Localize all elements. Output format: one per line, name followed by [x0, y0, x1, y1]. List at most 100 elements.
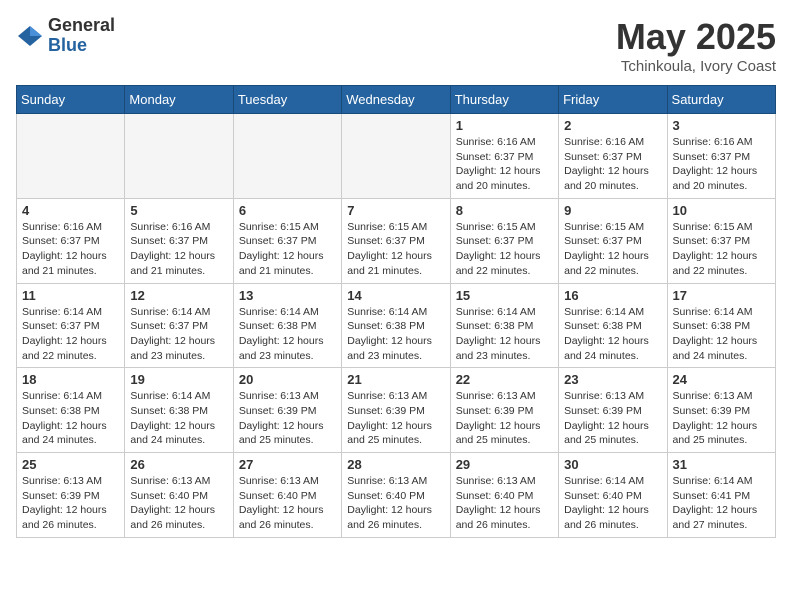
calendar-cell — [233, 114, 341, 199]
calendar-header-row: SundayMondayTuesdayWednesdayThursdayFrid… — [17, 86, 776, 114]
title-block: May 2025 Tchinkoula, Ivory Coast — [616, 16, 776, 75]
day-info: Sunrise: 6:13 AM Sunset: 6:40 PM Dayligh… — [456, 474, 553, 533]
day-of-week-header: Sunday — [17, 86, 125, 114]
calendar-cell: 19 Sunrise: 6:14 AM Sunset: 6:38 PM Dayli… — [125, 368, 233, 453]
day-number: 10 — [673, 203, 770, 218]
day-number: 4 — [22, 203, 119, 218]
calendar-cell: 8Sunrise: 6:15 AM Sunset: 6:37 PM Daylig… — [450, 198, 558, 283]
day-number: 21 — [347, 372, 444, 387]
day-number: 12 — [130, 288, 227, 303]
day-number: 27 — [239, 457, 336, 472]
day-info: Sunrise: 6:14 AM Sunset: 6:38 PM Dayligh… — [130, 389, 227, 448]
calendar-cell: 22Sunrise: 6:13 AM Sunset: 6:39 PM Dayli… — [450, 368, 558, 453]
day-number: 9 — [564, 203, 661, 218]
calendar-cell: 6 Sunrise: 6:15 AM Sunset: 6:37 PM Daylig… — [233, 198, 341, 283]
calendar-week-row: 4 Sunrise: 6:16 AM Sunset: 6:37 PM Daylig… — [17, 198, 776, 283]
day-info: Sunrise: 6:15 AM Sunset: 6:37 PM Dayligh… — [347, 220, 444, 279]
day-info: Sunrise: 6:13 AM Sunset: 6:39 PM Dayligh… — [347, 389, 444, 448]
calendar-cell: 9Sunrise: 6:15 AM Sunset: 6:37 PM Daylig… — [559, 198, 667, 283]
calendar-cell: 11 Sunrise: 6:14 AM Sunset: 6:37 PM Dayli… — [17, 283, 125, 368]
logo-text: General Blue — [48, 16, 115, 56]
day-number: 16 — [564, 288, 661, 303]
day-number: 8 — [456, 203, 553, 218]
calendar-cell: 15 Sunrise: 6:14 AM Sunset: 6:38 PM Dayli… — [450, 283, 558, 368]
day-info: Sunrise: 6:13 AM Sunset: 6:40 PM Dayligh… — [130, 474, 227, 533]
day-info: Sunrise: 6:14 AM Sunset: 6:38 PM Dayligh… — [22, 389, 119, 448]
calendar-cell: 30 Sunrise: 6:14 AM Sunset: 6:40 PM Dayli… — [559, 453, 667, 538]
calendar-cell: 25 Sunrise: 6:13 AM Sunset: 6:39 PM Dayli… — [17, 453, 125, 538]
day-number: 20 — [239, 372, 336, 387]
calendar-cell: 17 Sunrise: 6:14 AM Sunset: 6:38 PM Dayli… — [667, 283, 775, 368]
day-info: Sunrise: 6:13 AM Sunset: 6:39 PM Dayligh… — [673, 389, 770, 448]
calendar-cell: 18 Sunrise: 6:14 AM Sunset: 6:38 PM Dayli… — [17, 368, 125, 453]
day-info: Sunrise: 6:13 AM Sunset: 6:40 PM Dayligh… — [239, 474, 336, 533]
day-info: Sunrise: 6:14 AM Sunset: 6:38 PM Dayligh… — [456, 305, 553, 364]
location-title: Tchinkoula, Ivory Coast — [616, 58, 776, 75]
day-info: Sunrise: 6:14 AM Sunset: 6:38 PM Dayligh… — [347, 305, 444, 364]
day-info: Sunrise: 6:13 AM Sunset: 6:39 PM Dayligh… — [456, 389, 553, 448]
day-info: Sunrise: 6:14 AM Sunset: 6:40 PM Dayligh… — [564, 474, 661, 533]
day-number: 2 — [564, 118, 661, 133]
logo-blue-text: Blue — [48, 36, 115, 56]
day-number: 31 — [673, 457, 770, 472]
calendar-table: SundayMondayTuesdayWednesdayThursdayFrid… — [16, 85, 776, 538]
calendar-cell: 20 Sunrise: 6:13 AM Sunset: 6:39 PM Dayli… — [233, 368, 341, 453]
day-info: Sunrise: 6:14 AM Sunset: 6:37 PM Dayligh… — [22, 305, 119, 364]
calendar-cell: 4 Sunrise: 6:16 AM Sunset: 6:37 PM Daylig… — [17, 198, 125, 283]
day-info: Sunrise: 6:14 AM Sunset: 6:37 PM Dayligh… — [130, 305, 227, 364]
calendar-cell: 14 Sunrise: 6:14 AM Sunset: 6:38 PM Dayli… — [342, 283, 450, 368]
calendar-cell: 13Sunrise: 6:14 AM Sunset: 6:38 PM Dayli… — [233, 283, 341, 368]
day-number: 5 — [130, 203, 227, 218]
calendar-week-row: 11 Sunrise: 6:14 AM Sunset: 6:37 PM Dayli… — [17, 283, 776, 368]
calendar-cell: 29Sunrise: 6:13 AM Sunset: 6:40 PM Dayli… — [450, 453, 558, 538]
day-info: Sunrise: 6:15 AM Sunset: 6:37 PM Dayligh… — [239, 220, 336, 279]
day-info: Sunrise: 6:14 AM Sunset: 6:38 PM Dayligh… — [673, 305, 770, 364]
day-number: 3 — [673, 118, 770, 133]
day-number: 19 — [130, 372, 227, 387]
day-info: Sunrise: 6:16 AM Sunset: 6:37 PM Dayligh… — [130, 220, 227, 279]
calendar-cell: 2Sunrise: 6:16 AM Sunset: 6:37 PM Daylig… — [559, 114, 667, 199]
day-info: Sunrise: 6:13 AM Sunset: 6:39 PM Dayligh… — [239, 389, 336, 448]
calendar-cell: 7Sunrise: 6:15 AM Sunset: 6:37 PM Daylig… — [342, 198, 450, 283]
day-info: Sunrise: 6:16 AM Sunset: 6:37 PM Dayligh… — [673, 135, 770, 194]
calendar-cell: 28Sunrise: 6:13 AM Sunset: 6:40 PM Dayli… — [342, 453, 450, 538]
calendar-cell — [342, 114, 450, 199]
calendar-cell: 24Sunrise: 6:13 AM Sunset: 6:39 PM Dayli… — [667, 368, 775, 453]
month-title: May 2025 — [616, 16, 776, 58]
calendar-cell: 1 Sunrise: 6:16 AM Sunset: 6:37 PM Daylig… — [450, 114, 558, 199]
calendar-week-row: 18 Sunrise: 6:14 AM Sunset: 6:38 PM Dayli… — [17, 368, 776, 453]
day-info: Sunrise: 6:13 AM Sunset: 6:39 PM Dayligh… — [564, 389, 661, 448]
calendar-cell: 27 Sunrise: 6:13 AM Sunset: 6:40 PM Dayli… — [233, 453, 341, 538]
day-number: 1 — [456, 118, 553, 133]
day-of-week-header: Thursday — [450, 86, 558, 114]
day-of-week-header: Tuesday — [233, 86, 341, 114]
day-of-week-header: Friday — [559, 86, 667, 114]
day-info: Sunrise: 6:15 AM Sunset: 6:37 PM Dayligh… — [673, 220, 770, 279]
day-number: 23 — [564, 372, 661, 387]
page-header: General Blue May 2025 Tchinkoula, Ivory … — [16, 16, 776, 75]
day-info: Sunrise: 6:13 AM Sunset: 6:40 PM Dayligh… — [347, 474, 444, 533]
day-of-week-header: Monday — [125, 86, 233, 114]
day-of-week-header: Wednesday — [342, 86, 450, 114]
day-number: 25 — [22, 457, 119, 472]
day-info: Sunrise: 6:16 AM Sunset: 6:37 PM Dayligh… — [22, 220, 119, 279]
day-number: 11 — [22, 288, 119, 303]
day-number: 30 — [564, 457, 661, 472]
calendar-cell: 16 Sunrise: 6:14 AM Sunset: 6:38 PM Dayli… — [559, 283, 667, 368]
calendar-cell: 5 Sunrise: 6:16 AM Sunset: 6:37 PM Daylig… — [125, 198, 233, 283]
calendar-week-row: 25 Sunrise: 6:13 AM Sunset: 6:39 PM Dayli… — [17, 453, 776, 538]
calendar-cell: 21 Sunrise: 6:13 AM Sunset: 6:39 PM Dayli… — [342, 368, 450, 453]
day-number: 18 — [22, 372, 119, 387]
day-number: 6 — [239, 203, 336, 218]
day-number: 14 — [347, 288, 444, 303]
day-info: Sunrise: 6:14 AM Sunset: 6:38 PM Dayligh… — [564, 305, 661, 364]
day-number: 15 — [456, 288, 553, 303]
calendar-cell: 10 Sunrise: 6:15 AM Sunset: 6:37 PM Dayli… — [667, 198, 775, 283]
day-info: Sunrise: 6:16 AM Sunset: 6:37 PM Dayligh… — [456, 135, 553, 194]
day-info: Sunrise: 6:13 AM Sunset: 6:39 PM Dayligh… — [22, 474, 119, 533]
calendar-cell: 3 Sunrise: 6:16 AM Sunset: 6:37 PM Daylig… — [667, 114, 775, 199]
calendar-cell: 26 Sunrise: 6:13 AM Sunset: 6:40 PM Dayli… — [125, 453, 233, 538]
day-number: 26 — [130, 457, 227, 472]
day-number: 17 — [673, 288, 770, 303]
logo-icon — [16, 22, 44, 50]
